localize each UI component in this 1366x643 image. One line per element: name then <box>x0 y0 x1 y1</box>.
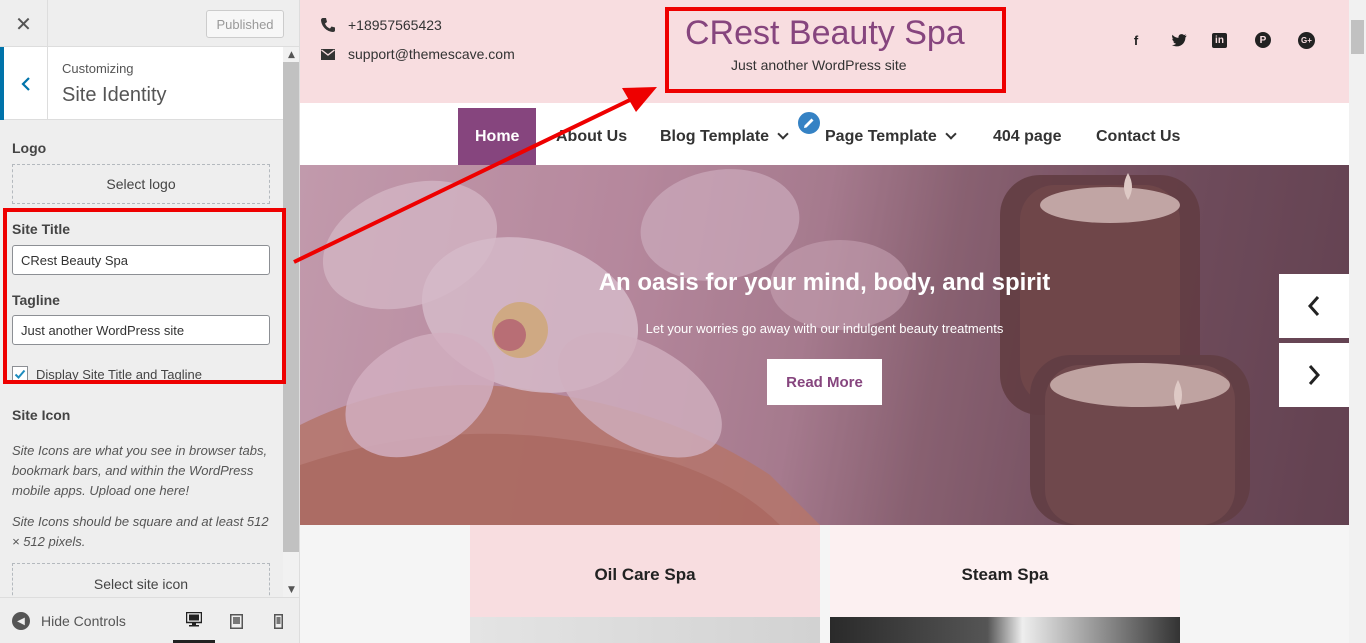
preview-scrollbar[interactable] <box>1349 0 1366 643</box>
linkedin-icon[interactable]: in <box>1212 33 1227 48</box>
site-icon-size-note: Site Icons should be square and at least… <box>12 514 269 549</box>
hero-background-image <box>300 165 1349 525</box>
service-card-title: Steam Spa <box>961 565 1049 584</box>
hide-controls-button[interactable]: Hide Controls <box>41 613 126 629</box>
site-header: +18957565423 support@themescave.com CRes… <box>300 0 1349 103</box>
close-icon[interactable]: ✕ <box>0 0 48 47</box>
service-card-title: Oil Care Spa <box>594 565 696 584</box>
nav-item-404[interactable]: 404 page <box>993 108 1061 165</box>
twitter-bird-shape <box>1171 33 1186 46</box>
logo-label: Logo <box>12 140 47 156</box>
phone-icon <box>321 18 335 32</box>
customizer-header: ✕ Published <box>0 0 299 47</box>
nav-item-home[interactable]: Home <box>458 108 537 165</box>
nav-item-page-template[interactable]: Page Template <box>825 108 957 165</box>
hero-heading: An oasis for your mind, body, and spirit <box>598 269 1051 296</box>
pinterest-icon[interactable]: P <box>1255 32 1271 48</box>
customizing-label: Customizing <box>62 61 134 76</box>
slider-prev-button[interactable] <box>1279 274 1349 338</box>
phone-contact: +18957565423 <box>320 17 442 33</box>
edit-shortcut-icon[interactable] <box>796 110 822 136</box>
site-title[interactable]: CRest Beauty Spa <box>685 14 965 53</box>
hero-slider: An oasis for your mind, body, and spirit… <box>300 165 1349 525</box>
mobile-preview-button[interactable] <box>257 598 299 643</box>
service-card-oil-care[interactable]: Oil Care Spa <box>470 525 820 643</box>
twitter-icon[interactable] <box>1169 30 1189 50</box>
desktop-icon <box>186 611 202 626</box>
google-plus-icon[interactable]: G+ <box>1298 32 1315 49</box>
preview-scrollbar-thumb[interactable] <box>1351 20 1364 54</box>
main-navigation: Home About Us Blog Template Page Templat… <box>300 103 1349 165</box>
service-card-image <box>470 617 820 643</box>
chevron-down-icon <box>777 128 789 140</box>
email-contact: support@themescave.com <box>320 46 515 62</box>
back-button[interactable] <box>0 47 48 120</box>
nav-item-contact[interactable]: Contact Us <box>1096 108 1180 165</box>
section-title: Site Identity <box>62 84 167 106</box>
hide-controls-icon[interactable]: ◀ <box>12 612 30 630</box>
chevron-left-icon <box>1307 296 1320 316</box>
facebook-icon[interactable]: f <box>1126 30 1146 50</box>
service-card-steam[interactable]: Steam Spa <box>830 525 1180 643</box>
email-icon <box>321 49 335 60</box>
desktop-preview-button[interactable] <box>173 598 215 643</box>
highlight-box-sidebar <box>3 208 286 384</box>
nav-item-blog-label: Blog Template <box>660 127 770 145</box>
phone-number[interactable]: +18957565423 <box>348 17 442 33</box>
nav-item-page-label: Page Template <box>825 127 937 145</box>
nav-item-blog-template[interactable]: Blog Template <box>660 108 789 165</box>
hero-subheading: Let your worries go away with our indulg… <box>645 321 1004 336</box>
read-more-button[interactable]: Read More <box>767 359 882 405</box>
service-card-image <box>830 617 1180 643</box>
nav-item-about[interactable]: About Us <box>556 108 627 165</box>
customizer-footer: ◀ Hide Controls <box>0 597 299 643</box>
pencil-icon <box>804 118 814 128</box>
section-header: Customizing Site Identity <box>0 47 283 120</box>
site-tagline: Just another WordPress site <box>731 57 907 73</box>
tablet-preview-button[interactable] <box>215 598 257 643</box>
chevron-left-icon <box>20 76 30 91</box>
mobile-icon <box>273 613 283 629</box>
publish-button[interactable]: Published <box>206 10 284 38</box>
site-icon-description: Site Icons are what you see in browser t… <box>12 443 268 498</box>
chevron-right-icon <box>1308 365 1321 385</box>
site-icon-label: Site Icon <box>12 407 71 423</box>
scroll-down-icon[interactable]: ▼ <box>283 582 299 597</box>
tablet-icon <box>229 613 243 629</box>
customizer-sidebar: ✕ Published Customizing Site Identity ▲ … <box>0 0 300 643</box>
site-preview: +18957565423 support@themescave.com CRes… <box>300 0 1349 643</box>
scroll-up-icon[interactable]: ▲ <box>283 47 299 62</box>
slider-next-button[interactable] <box>1279 343 1349 407</box>
email-address[interactable]: support@themescave.com <box>348 46 515 62</box>
chevron-down-icon <box>945 128 957 140</box>
select-logo-button[interactable]: Select logo <box>12 164 270 204</box>
